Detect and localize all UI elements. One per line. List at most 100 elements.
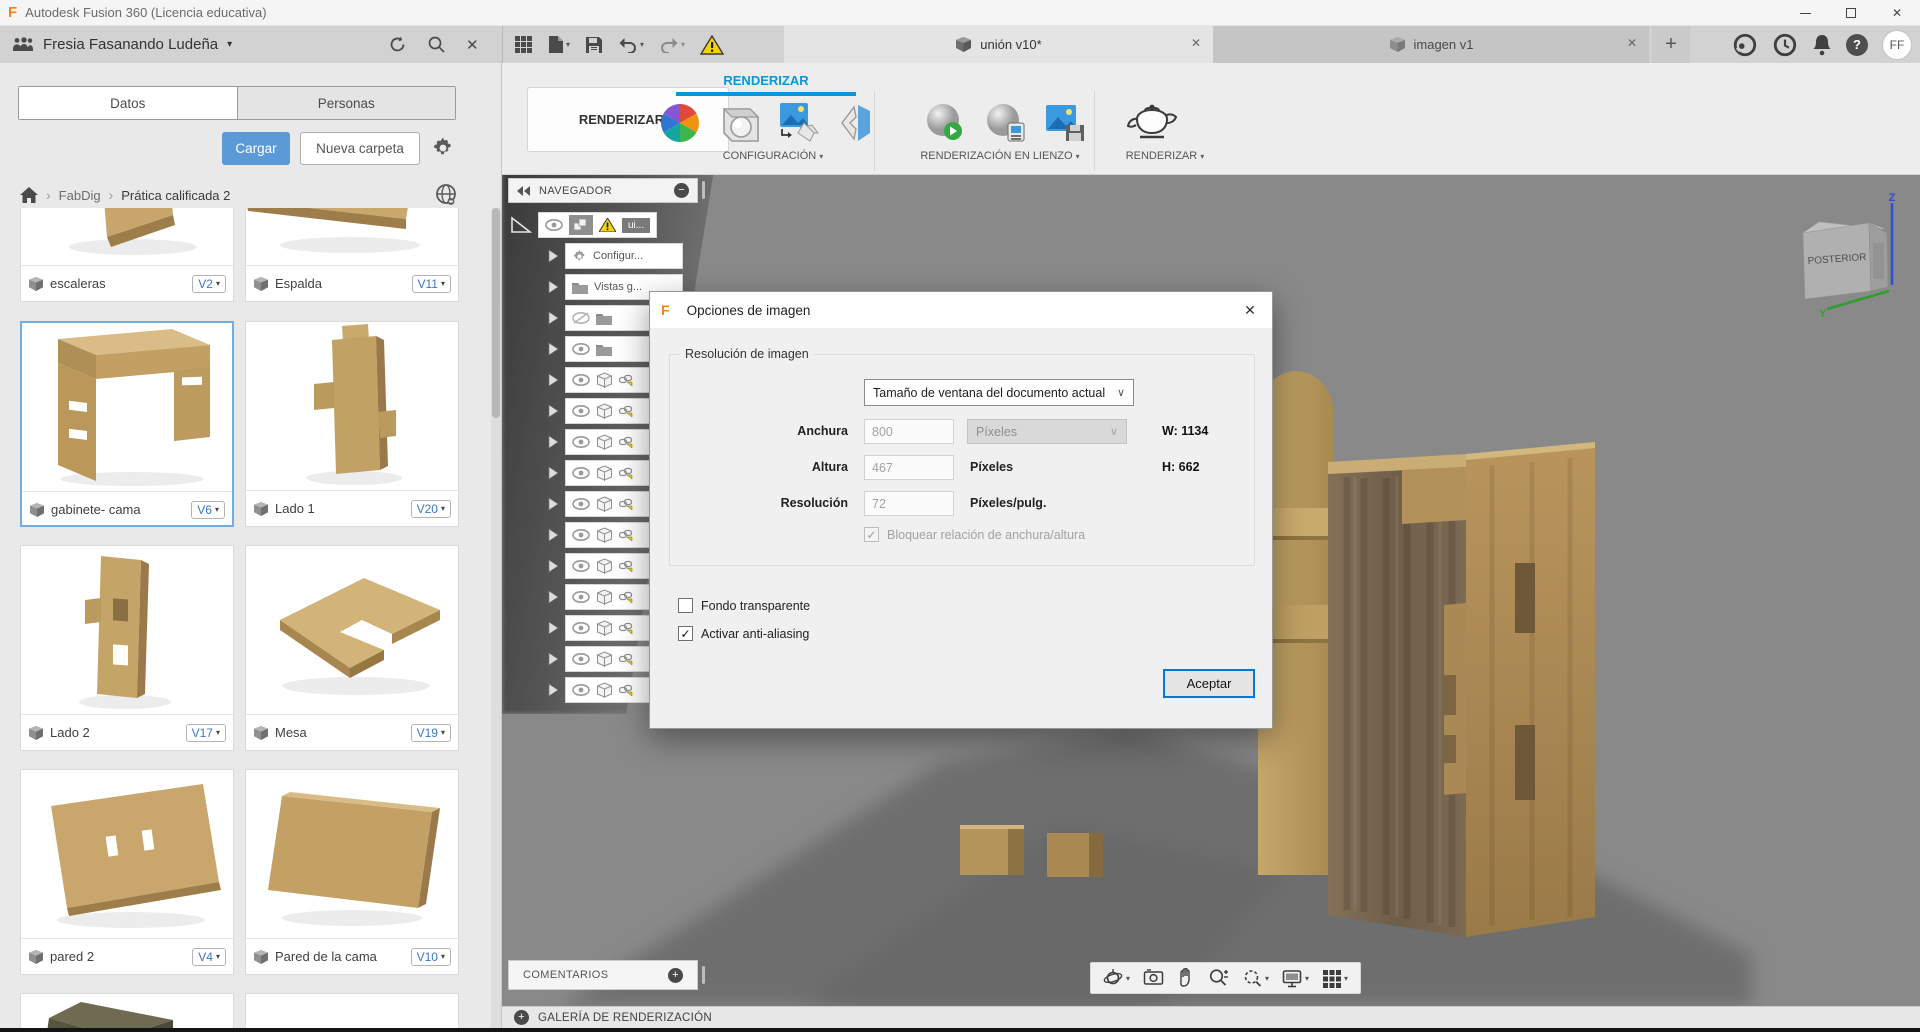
version-badge[interactable]: V19 ▾ (410, 723, 451, 742)
transparent-bg-checkbox[interactable]: ✓ (678, 598, 693, 613)
tab-datos[interactable]: Datos (19, 87, 237, 119)
ribbon-group-label[interactable]: RENDERIZACIÓN EN LIENZO ▾ (900, 150, 1100, 162)
visibility-eye-icon[interactable] (572, 684, 590, 696)
expand-gallery-icon[interactable]: + (514, 1010, 529, 1025)
expand-arrow-icon[interactable] (548, 590, 559, 604)
scene-settings-icon[interactable] (716, 101, 762, 145)
undo-menu[interactable]: ▾ (618, 37, 644, 53)
refresh-icon[interactable] (388, 35, 407, 54)
render-gallery-bar[interactable]: + GALERÍA DE RENDERIZACIÓN (502, 1006, 1920, 1028)
new-tab-button[interactable]: + (1652, 26, 1690, 63)
orbit-icon[interactable]: ▾ (1103, 968, 1130, 988)
visibility-eye-icon[interactable] (572, 529, 590, 541)
version-badge[interactable]: V17 ▾ (185, 723, 226, 742)
visibility-eye-icon[interactable] (572, 653, 590, 665)
root-expander-icon[interactable] (510, 216, 532, 234)
expand-arrow-icon[interactable] (548, 559, 559, 573)
comments-panel[interactable]: COMENTARIOS + (508, 960, 698, 990)
visibility-eye-icon[interactable] (572, 498, 590, 510)
accept-button[interactable]: Aceptar (1163, 669, 1255, 698)
render-teapot-icon[interactable] (1124, 101, 1180, 145)
antialiasing-checkbox[interactable]: ✓ (678, 626, 693, 641)
capture-image-icon[interactable] (1042, 101, 1088, 145)
breadcrumb-project[interactable]: FabDig (59, 188, 101, 203)
expand-arrow-icon[interactable] (548, 466, 559, 480)
job-status-icon[interactable] (1772, 32, 1798, 58)
size-preset-select[interactable]: Tamaño de ventana del documento actual ∨ (864, 379, 1134, 406)
breadcrumb-folder[interactable]: Prática calificada 2 (121, 188, 230, 203)
data-panel-scrollbar[interactable] (491, 208, 501, 1032)
zoom-icon[interactable] (1208, 968, 1229, 988)
save-icon[interactable] (585, 36, 603, 54)
panel-drag-handle[interactable] (702, 181, 705, 199)
expand-arrow-icon[interactable] (548, 528, 559, 542)
file-card-lado1[interactable]: Lado 1 V20 ▾ (245, 321, 459, 527)
file-card-partial[interactable] (20, 993, 234, 1032)
close-window-button[interactable]: ✕ (1874, 0, 1920, 26)
close-tab-icon[interactable]: ✕ (1191, 36, 1201, 50)
account-avatar[interactable]: FF (1882, 29, 1912, 60)
fit-view-icon[interactable]: ▾ (1242, 968, 1269, 988)
file-card-mesa[interactable]: Mesa V19 ▾ (245, 545, 459, 751)
look-at-icon[interactable] (1143, 969, 1164, 987)
extensions-icon[interactable] (1732, 32, 1758, 58)
file-card-gabinete-cama[interactable]: gabinete- cama V6 ▾ (20, 321, 234, 527)
visibility-eye-icon[interactable] (572, 405, 590, 417)
tab-personas[interactable]: Personas (236, 87, 455, 119)
expand-arrow-icon[interactable] (548, 435, 559, 449)
file-card-lado2[interactable]: Lado 2 V17 ▾ (20, 545, 234, 751)
dialog-close-button[interactable]: ✕ (1228, 292, 1272, 328)
new-folder-button[interactable]: Nueva carpeta (300, 132, 420, 165)
visibility-eye-icon[interactable] (572, 436, 590, 448)
navigator-header[interactable]: NAVEGADOR − (508, 178, 698, 203)
display-settings-icon[interactable]: ▾ (1282, 969, 1309, 988)
document-tab-union[interactable]: unión v10* ✕ (784, 26, 1213, 63)
expand-arrow-icon[interactable] (548, 342, 559, 356)
version-badge[interactable]: V10 ▾ (410, 947, 451, 966)
visibility-eye-icon[interactable] (572, 374, 590, 386)
expand-arrow-icon[interactable] (548, 497, 559, 511)
warning-icon[interactable] (700, 34, 725, 55)
gear-icon[interactable] (431, 136, 455, 160)
expand-arrow-icon[interactable] (548, 683, 559, 697)
collapse-tree-icon[interactable]: − (674, 183, 689, 198)
visibility-eye-icon[interactable] (572, 560, 590, 572)
texture-map-icon[interactable] (776, 101, 822, 145)
version-badge[interactable]: V4 ▾ (192, 947, 226, 966)
version-badge[interactable]: V2 ▾ (192, 274, 226, 293)
minimize-button[interactable] (1782, 0, 1828, 26)
visibility-eye-off-icon[interactable] (572, 312, 590, 324)
maximize-button[interactable] (1828, 0, 1874, 26)
expand-arrow-icon[interactable] (548, 373, 559, 387)
pan-icon[interactable] (1177, 968, 1195, 988)
search-icon[interactable] (427, 35, 446, 54)
visibility-eye-icon[interactable] (572, 343, 590, 355)
expand-arrow-icon[interactable] (548, 621, 559, 635)
antialiasing-checkbox-row[interactable]: ✓ Activar anti-aliasing (678, 626, 809, 641)
expand-arrow-icon[interactable] (548, 311, 559, 325)
notifications-bell-icon[interactable] (1812, 33, 1832, 56)
visibility-eye-icon[interactable] (572, 467, 590, 479)
transparent-bg-checkbox-row[interactable]: ✓ Fondo transparente (678, 598, 810, 613)
expand-arrow-icon[interactable] (548, 652, 559, 666)
file-card-espalda[interactable]: Espalda V11 ▾ (245, 208, 459, 302)
panel-drag-handle[interactable] (702, 966, 705, 984)
file-card-partial[interactable] (245, 993, 459, 1032)
show-data-panel-icon[interactable] (514, 35, 533, 54)
redo-menu[interactable]: ▾ (659, 37, 685, 53)
navigator-root-row[interactable]: ui... (510, 212, 658, 238)
ribbon-group-label[interactable]: CONFIGURACIÓN ▾ (678, 150, 868, 162)
ribbon-group-label[interactable]: RENDERIZAR ▾ (1110, 150, 1220, 162)
visibility-eye-icon[interactable] (572, 622, 590, 634)
in-canvas-render-settings-icon[interactable] (982, 101, 1028, 145)
navigator-row-configuracion[interactable]: Configur... (548, 243, 683, 269)
dialog-titlebar[interactable]: F Opciones de imagen (650, 292, 1272, 328)
appearance-icon[interactable] (658, 101, 702, 145)
collapse-panel-icon[interactable] (517, 185, 531, 196)
expand-arrow-icon[interactable] (548, 280, 559, 294)
user-menu[interactable]: Fresia Fasanando Ludeña ▾ (12, 26, 232, 63)
decal-icon[interactable] (836, 101, 876, 145)
expand-arrow-icon[interactable] (548, 249, 559, 263)
file-menu[interactable]: ▾ (548, 35, 570, 54)
file-card-pared2[interactable]: pared 2 V4 ▾ (20, 769, 234, 975)
